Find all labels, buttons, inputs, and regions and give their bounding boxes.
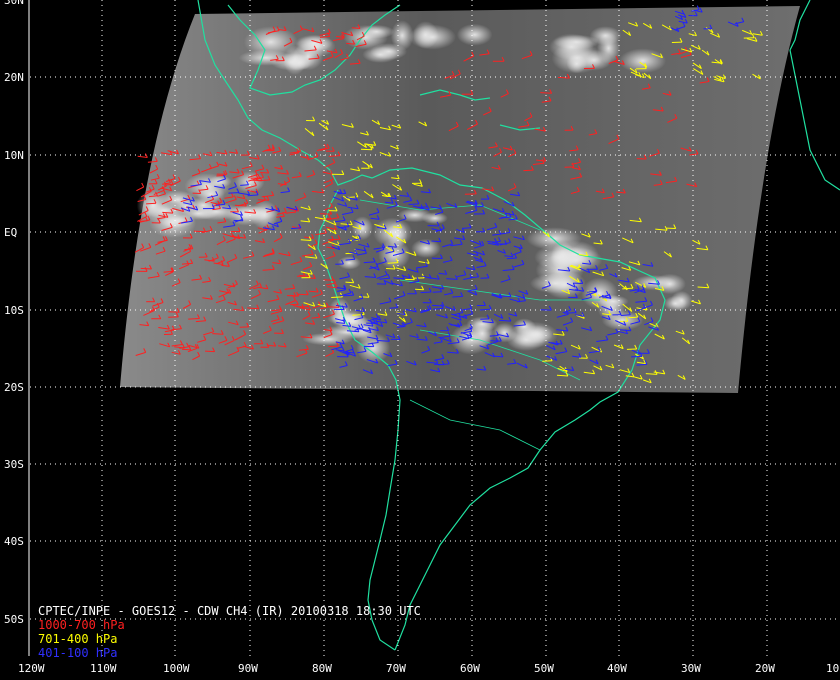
lon-label: 40W xyxy=(607,662,627,675)
lon-label: 30W xyxy=(681,662,701,675)
lat-label: 10S xyxy=(4,304,24,317)
wind-barb xyxy=(212,333,224,335)
wind-barb xyxy=(557,76,570,79)
wind-barb xyxy=(205,350,215,353)
wind-barb xyxy=(228,192,239,194)
wind-barb xyxy=(408,203,420,205)
wind-barb xyxy=(349,196,358,198)
lon-label: 70W xyxy=(386,662,406,675)
lat-label: 20N xyxy=(4,71,24,84)
wind-barb xyxy=(556,374,568,377)
satellite-wind-map: 30N 20N 10N EQ 10S 20S 30S 40S 50S 120W 110W 100W 9… xyxy=(0,0,840,680)
satellite-imagery-swath xyxy=(120,6,800,393)
wind-barb xyxy=(346,42,355,45)
lat-label: 20S xyxy=(4,381,24,394)
lon-label: 90W xyxy=(238,662,258,675)
wind-barb xyxy=(564,312,577,314)
wind-barb xyxy=(345,281,354,284)
lon-label: 120W xyxy=(18,662,45,675)
wind-barb xyxy=(323,279,334,281)
wind-barb xyxy=(331,296,343,298)
cloud-patch xyxy=(619,48,667,74)
lat-label: 50S xyxy=(4,613,24,626)
cloud-patch xyxy=(601,310,644,331)
cloud-patch xyxy=(234,171,265,193)
cloud-patch xyxy=(356,332,391,364)
cloud-patch xyxy=(456,23,493,46)
wind-barb xyxy=(297,293,309,296)
cloud-patch xyxy=(408,24,457,50)
wind-barb xyxy=(474,205,484,208)
wind-barb xyxy=(290,294,299,297)
wind-barb xyxy=(181,348,191,351)
wind-barb xyxy=(389,307,398,309)
lat-label: 30N xyxy=(4,0,24,7)
lon-label: 100W xyxy=(163,662,190,675)
wind-barb xyxy=(260,172,269,174)
wind-barb xyxy=(452,295,463,298)
wind-barb xyxy=(540,92,552,94)
lon-label: 20W xyxy=(755,662,775,675)
wind-barb xyxy=(489,334,499,337)
wind-barb xyxy=(193,230,206,233)
cloud-patch xyxy=(566,54,587,74)
cloud-patch xyxy=(351,216,373,241)
wind-barb xyxy=(138,220,148,222)
wind-barb xyxy=(188,318,200,320)
wind-barb xyxy=(146,202,157,205)
cloud-patch xyxy=(337,256,361,270)
cloud-patch xyxy=(506,328,546,351)
wind-barb xyxy=(415,288,424,291)
wind-barb xyxy=(162,211,173,214)
wind-barb xyxy=(462,227,472,229)
lat-label: 30S xyxy=(4,458,24,471)
wind-barb xyxy=(523,169,534,172)
cloud-patch xyxy=(270,53,315,71)
lon-label: 10 xyxy=(826,662,839,675)
wind-barb xyxy=(431,304,444,307)
wind-barb xyxy=(500,216,512,219)
wind-barb xyxy=(181,262,193,265)
wind-barb xyxy=(433,363,445,366)
wind-barb xyxy=(300,239,312,241)
cloud-patch xyxy=(596,32,621,65)
legend-item-mid: 701-400 hPa xyxy=(38,632,118,646)
wind-barb xyxy=(363,261,376,264)
legend: CPTEC/INPE - GOES12 - CDW CH4 (IR) 20100… xyxy=(38,604,421,660)
wind-barb xyxy=(240,184,249,186)
cloud-patch xyxy=(373,217,413,248)
wind-barb xyxy=(542,360,553,362)
wind-barb xyxy=(420,291,432,294)
wind-barb xyxy=(291,227,301,230)
legend-item-low: 1000-700 hPa xyxy=(38,618,125,632)
legend-item-high: 401-100 hPa xyxy=(38,646,118,660)
wind-barb xyxy=(168,311,180,313)
wind-barb xyxy=(360,148,373,151)
lat-label: 10N xyxy=(4,149,24,162)
wind-barb xyxy=(628,316,638,319)
lon-label: 60W xyxy=(460,662,480,675)
lat-label: EQ xyxy=(4,226,17,239)
wind-barb xyxy=(494,243,507,245)
wind-barb xyxy=(697,286,709,289)
wind-barb xyxy=(386,268,396,270)
lat-label: 40S xyxy=(4,535,24,548)
wind-barb xyxy=(631,355,643,358)
wind-barb xyxy=(387,262,399,264)
lon-label: 80W xyxy=(312,662,332,675)
wind-barb xyxy=(506,257,517,260)
cloud-patch xyxy=(663,295,688,312)
cloud-patch xyxy=(469,320,495,347)
lon-label: 110W xyxy=(90,662,117,675)
map-title: CPTEC/INPE - GOES12 - CDW CH4 (IR) 20100… xyxy=(38,604,421,618)
cloud-patch xyxy=(343,24,388,50)
wind-barb xyxy=(351,27,361,29)
wind-barb xyxy=(327,306,340,308)
lon-label: 50W xyxy=(534,662,554,675)
